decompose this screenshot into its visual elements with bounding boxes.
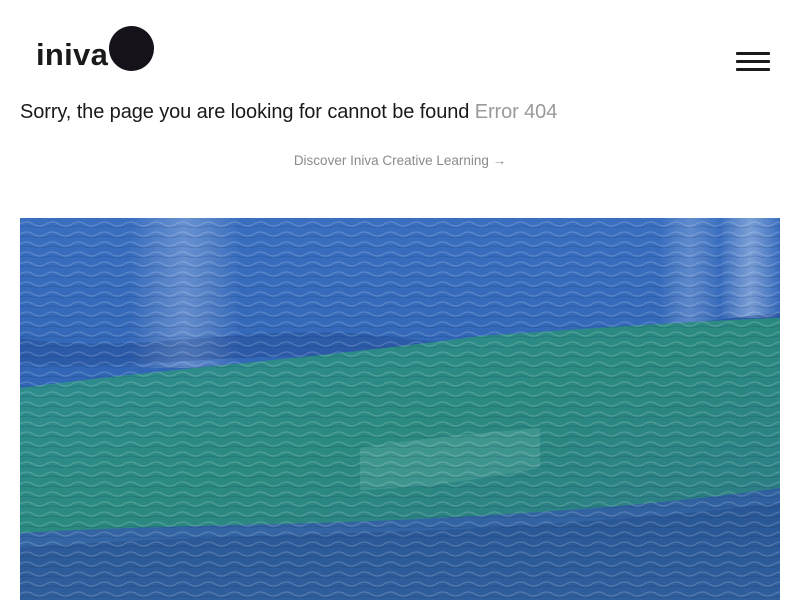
error-code: Error 404 <box>474 101 558 123</box>
link-text: Discover Iniva Creative Learning <box>293 153 489 168</box>
logo-wordmark: iniva <box>36 37 109 72</box>
iniva-logo[interactable]: iniva <box>36 26 156 74</box>
discover-creative-learning-link[interactable]: Discover Iniva Creative Learning → <box>0 153 800 168</box>
menu-line <box>736 68 770 71</box>
error-message: Sorry, the page you are looking for cann… <box>20 99 557 125</box>
menu-line <box>736 52 770 55</box>
hero-water-image <box>20 218 780 600</box>
menu-line <box>736 60 770 63</box>
water-image <box>20 218 780 600</box>
arrow-right-icon: → <box>492 153 507 168</box>
hamburger-menu-icon[interactable] <box>736 51 770 73</box>
site-header: iniva <box>0 0 800 100</box>
logo-dot-icon <box>109 26 154 71</box>
error-text: Sorry, the page you are looking for cann… <box>20 101 470 123</box>
